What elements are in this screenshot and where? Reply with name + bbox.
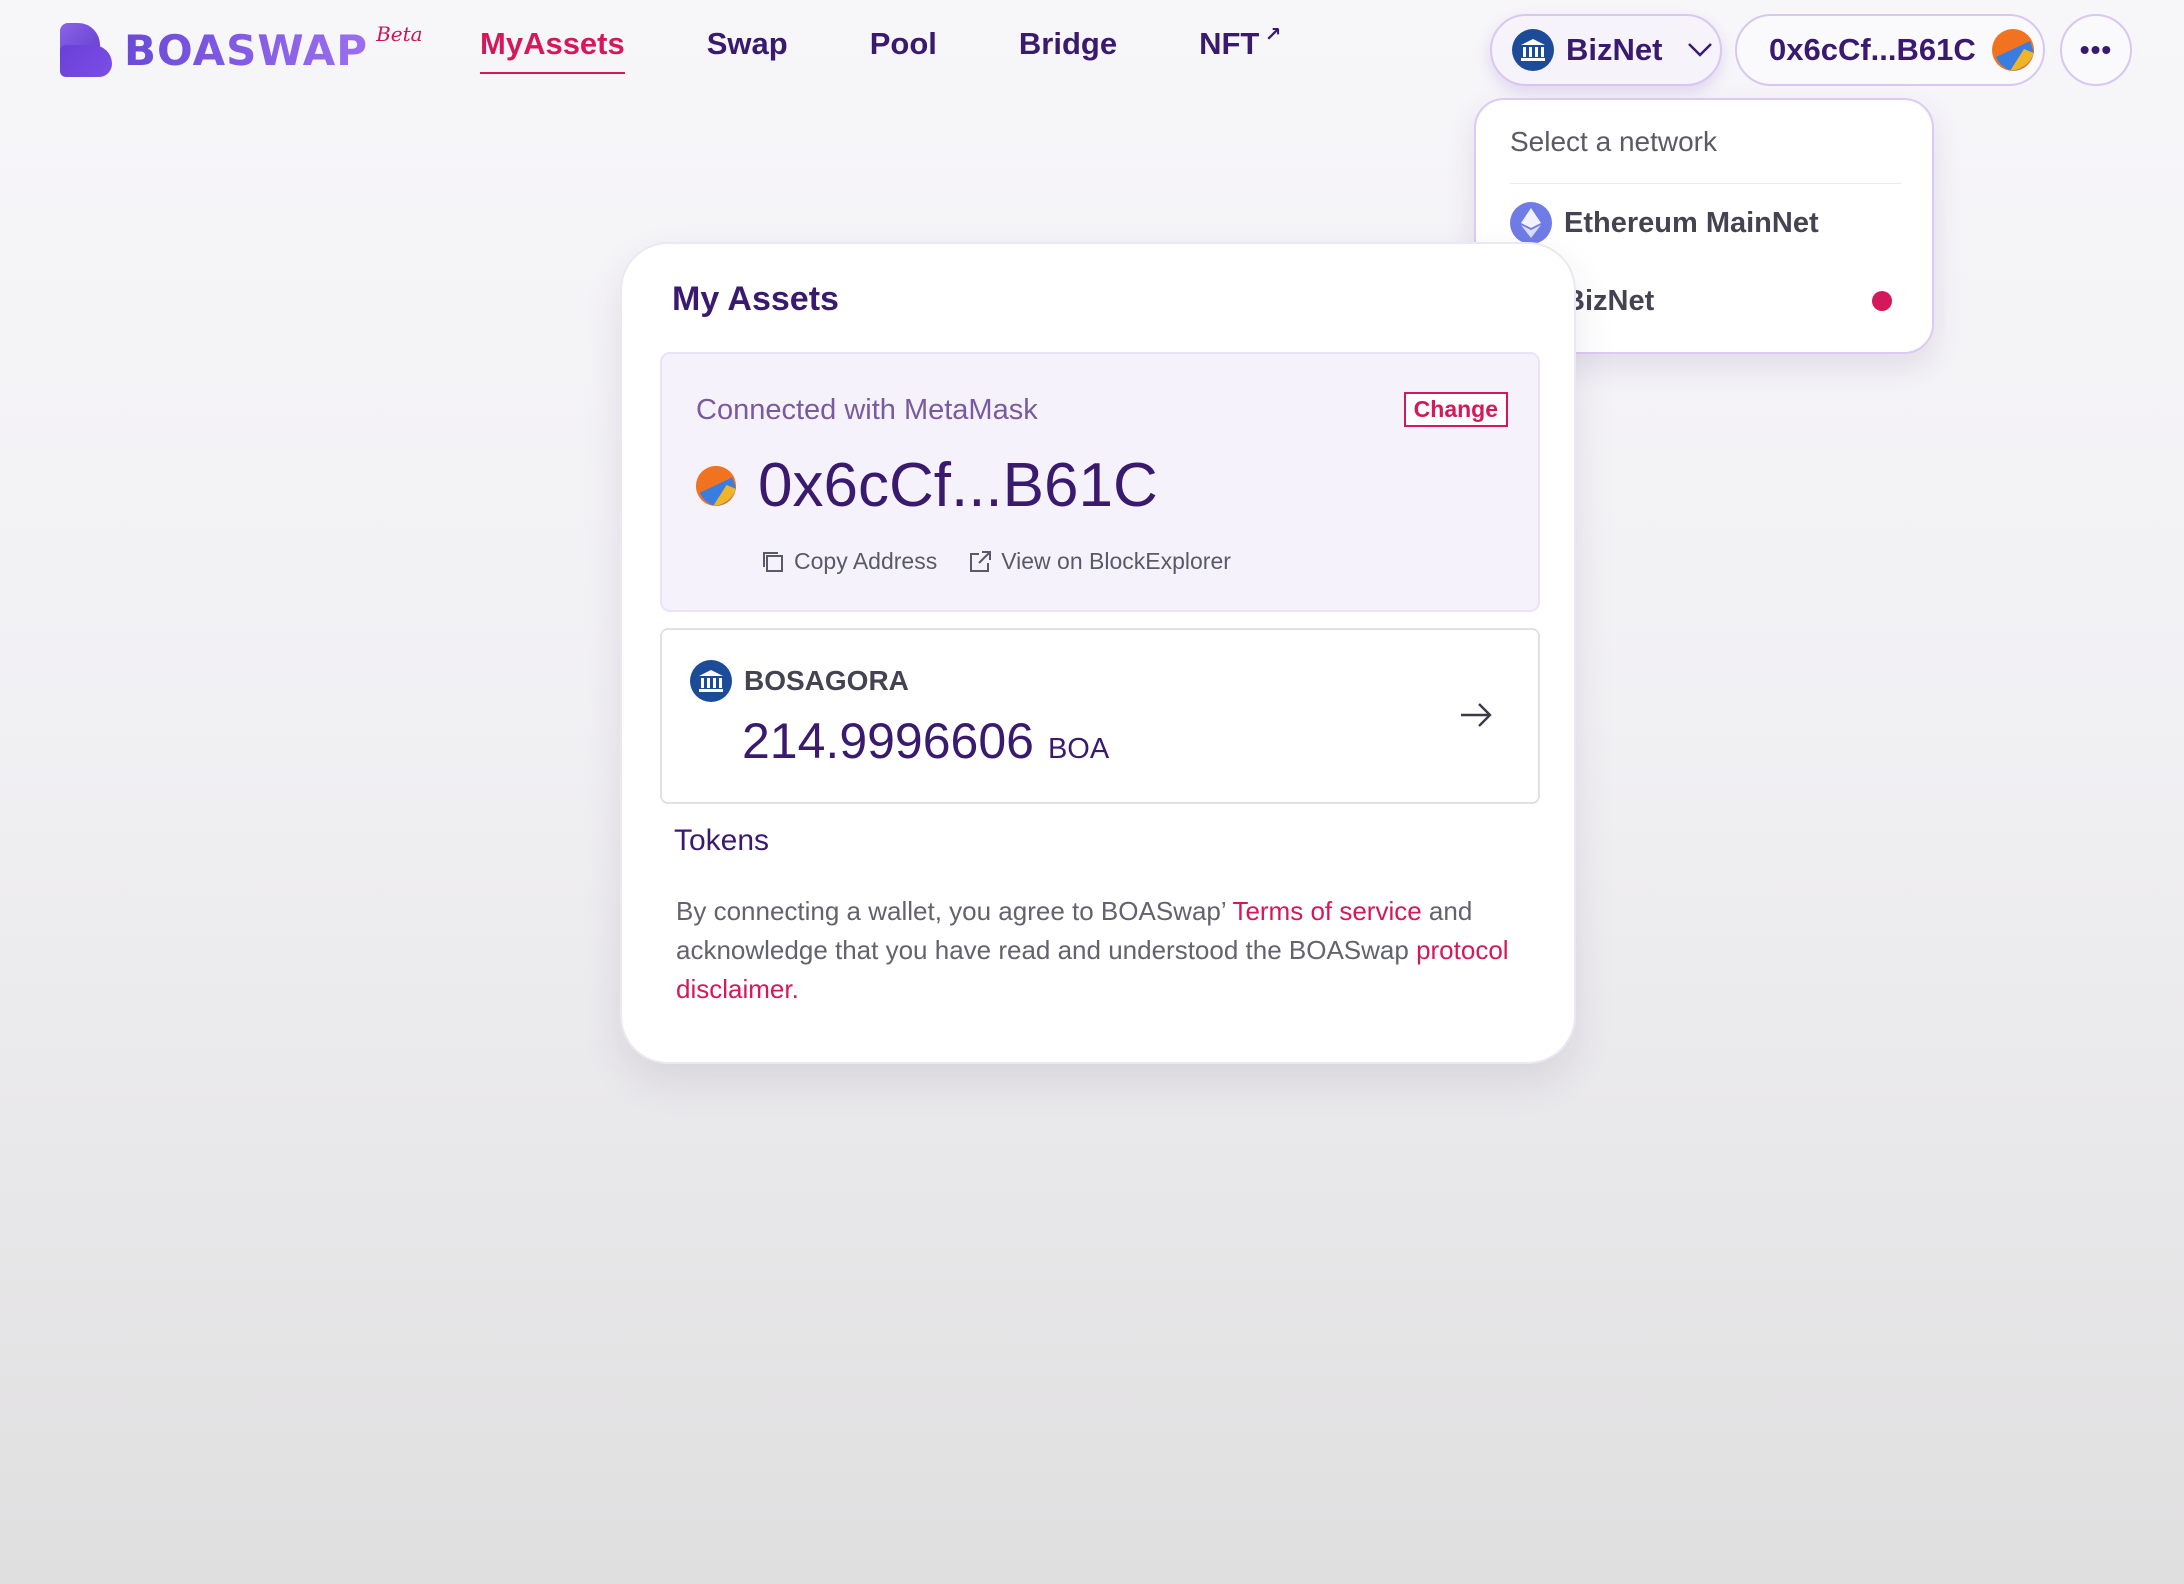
my-assets-card: My Assets Connected with MetaMask Change…	[620, 242, 1576, 1064]
card-title: My Assets	[672, 280, 839, 318]
connected-with-label: Connected with MetaMask	[696, 394, 1038, 426]
nav-nft-label: NFT	[1199, 26, 1260, 61]
arrow-right-icon[interactable]	[1458, 700, 1494, 730]
legal-text: By connecting a wallet, you agree to BOA…	[676, 896, 1233, 926]
nav-myassets[interactable]: MyAssets	[480, 26, 625, 74]
ethereum-icon	[1510, 202, 1552, 244]
nav-bridge[interactable]: Bridge	[1019, 26, 1117, 74]
wallet-address-button[interactable]: 0x6cCf...B61C	[1735, 14, 2045, 86]
network-dropdown-title: Select a network	[1510, 122, 1902, 184]
network-selector-label: BizNet	[1566, 32, 1663, 67]
view-explorer-label: View on BlockExplorer	[1001, 548, 1231, 574]
network-option-label: Ethereum MainNet	[1564, 206, 1819, 239]
more-options-button[interactable]: •••	[2060, 14, 2132, 86]
wallet-actions: Copy Address View on BlockExplorer	[760, 548, 1261, 575]
boaswap-logo-icon	[60, 23, 112, 77]
asset-row-bosagora[interactable]: BOSAGORA 214.9996606 BOA	[660, 628, 1540, 804]
network-option-ethereum[interactable]: Ethereum MainNet	[1510, 184, 1902, 262]
nav-pool[interactable]: Pool	[870, 26, 937, 74]
external-link-icon	[970, 550, 992, 572]
copy-address-label: Copy Address	[794, 548, 938, 574]
bank-icon	[690, 660, 732, 702]
asset-header: BOSAGORA	[690, 660, 909, 702]
wallet-address-row: 0x6cCf...B61C	[694, 450, 1158, 521]
nav-nft[interactable]: NFT ↗	[1199, 24, 1281, 74]
wallet-avatar-icon	[1991, 29, 2034, 71]
chevron-down-icon	[1688, 43, 1713, 57]
selected-network-dot	[1872, 291, 1892, 311]
legal-notice: By connecting a wallet, you agree to BOA…	[676, 892, 1526, 1009]
network-selector-button[interactable]: BizNet	[1490, 14, 1722, 86]
wallet-address: 0x6cCf...B61C	[758, 451, 1158, 520]
copy-address-button[interactable]: Copy Address	[760, 548, 937, 575]
wallet-connection-panel: Connected with MetaMask Change 0x6cCf...…	[660, 352, 1540, 612]
asset-balance: 214.9996606 BOA	[742, 712, 1109, 770]
bank-icon	[1512, 29, 1554, 71]
wallet-avatar-icon	[695, 465, 737, 506]
asset-amount: 214.9996606	[742, 713, 1034, 769]
main-nav: MyAssets Swap Pool Bridge NFT ↗	[480, 24, 1341, 74]
beta-tag: Beta	[376, 22, 423, 46]
brand-name: BOASWAP	[124, 25, 369, 75]
boaswap-logo[interactable]: BOASWAP Beta	[60, 20, 423, 80]
wallet-address-label: 0x6cCf...B61C	[1769, 32, 1976, 67]
change-wallet-button[interactable]: Change	[1403, 392, 1508, 427]
terms-of-service-link[interactable]: Terms of service	[1232, 896, 1421, 926]
asset-unit: BOA	[1047, 733, 1110, 765]
external-link-icon: ↗	[1264, 24, 1282, 46]
view-explorer-link[interactable]: View on BlockExplorer	[967, 548, 1231, 575]
nav-swap[interactable]: Swap	[707, 26, 788, 74]
tokens-tab[interactable]: Tokens	[674, 824, 769, 858]
more-icon: •••	[2079, 34, 2113, 65]
asset-name: BOSAGORA	[744, 665, 909, 696]
copy-icon	[763, 551, 783, 572]
network-option-label: BizNet	[1564, 284, 1655, 317]
